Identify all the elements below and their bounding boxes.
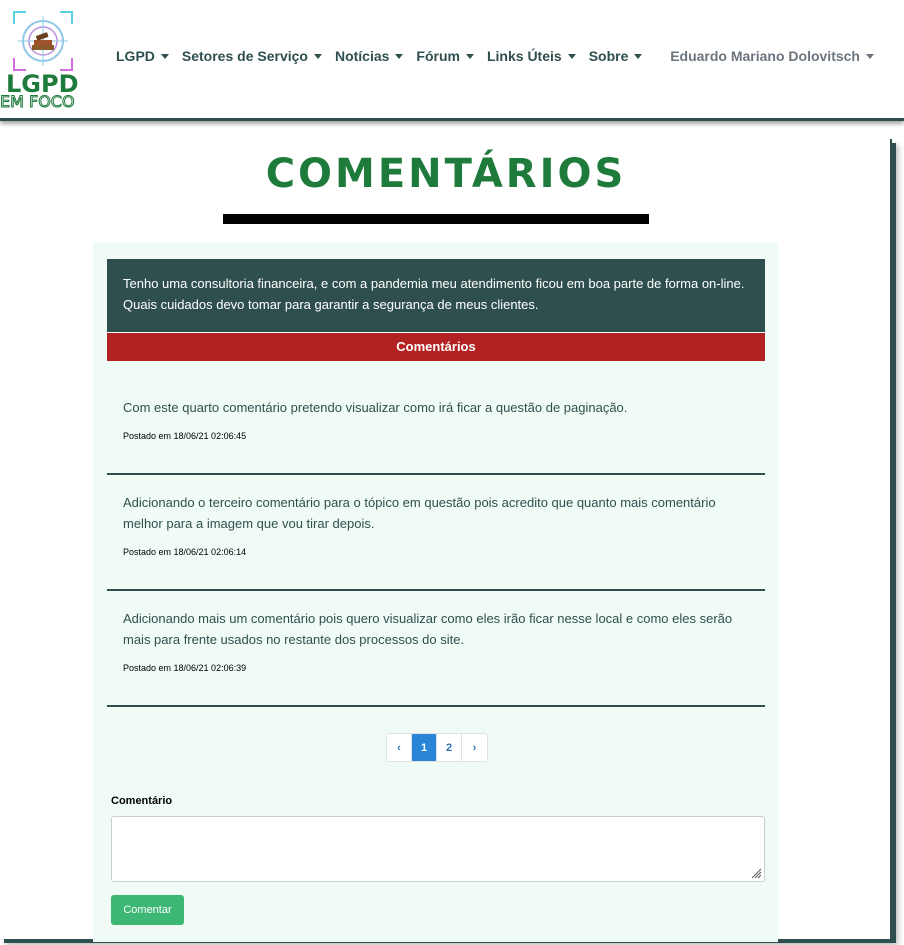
comment-text: Adicionando mais um comentário pois quer… xyxy=(123,611,733,647)
submit-comment-button[interactable]: Comentar xyxy=(111,895,184,925)
comment-item: Adicionando o terceiro comentário para o… xyxy=(107,475,765,591)
nav-item-forum[interactable]: Fórum xyxy=(416,48,474,64)
comment-text: Com este quarto comentário pretendo visu… xyxy=(123,400,628,415)
comment-field-label: Comentário xyxy=(111,795,173,807)
comment-date: Postado em 18/06/21 02:06:45 xyxy=(123,431,247,441)
logo-emblem-icon xyxy=(13,11,73,71)
main-card: COMENTÁRIOS Tenho uma consultoria financ… xyxy=(0,139,892,942)
page-title: COMENTÁRIOS xyxy=(265,151,627,197)
caret-down-icon xyxy=(160,53,169,59)
nav-item-label: Fórum xyxy=(416,48,460,64)
comment-item: Com este quarto comentário pretendo visu… xyxy=(107,361,765,475)
caret-down-icon xyxy=(465,53,474,59)
nav-item-lgpd[interactable]: LGPD xyxy=(116,48,169,64)
pagination-prev-button[interactable]: ‹ xyxy=(387,734,412,761)
comments-header: Comentários xyxy=(107,333,765,361)
comment-item: Adicionando mais um comentário pois quer… xyxy=(107,591,765,707)
resize-grip-icon[interactable] xyxy=(750,867,762,879)
comment-textarea[interactable] xyxy=(111,816,765,882)
caret-down-icon xyxy=(313,53,322,59)
caret-down-icon xyxy=(866,53,874,59)
logo[interactable]: LGPD EM FOCO xyxy=(0,8,92,112)
comment-date: Postado em 18/06/21 02:06:39 xyxy=(123,663,247,673)
nav-item-label: Setores de Serviço xyxy=(181,48,308,64)
main-nav: LGPD Setores de Serviço Notícias Fórum L… xyxy=(116,48,655,64)
pagination: ‹ 1 2 › xyxy=(386,733,488,762)
caret-down-icon xyxy=(395,53,404,59)
nav-item-label: Links Úteis xyxy=(486,48,562,64)
nav-item-label: LGPD xyxy=(116,48,155,64)
logo-subtext: EM FOCO xyxy=(0,92,75,111)
navbar: LGPD EM FOCO LGPD Setores de Serviço Not… xyxy=(0,0,904,121)
nav-item-sobre[interactable]: Sobre xyxy=(589,48,643,64)
title-underline xyxy=(223,214,649,224)
pagination-page-2[interactable]: 2 xyxy=(437,734,462,761)
user-name: Eduardo Mariano Dolovitsch xyxy=(670,48,860,64)
pagination-page-1[interactable]: 1 xyxy=(412,734,437,761)
nav-item-label: Sobre xyxy=(588,48,629,64)
nav-item-setores[interactable]: Setores de Serviço xyxy=(182,48,322,64)
nav-item-noticias[interactable]: Notícias xyxy=(334,48,404,64)
comment-date: Postado em 18/06/21 02:06:14 xyxy=(123,547,247,557)
user-menu[interactable]: Eduardo Mariano Dolovitsch xyxy=(670,48,874,64)
pagination-next-button[interactable]: › xyxy=(462,734,487,761)
topic-question: Tenho uma consultoria financeira, e com … xyxy=(107,259,765,332)
nav-item-label: Notícias xyxy=(334,48,390,64)
caret-down-icon xyxy=(567,53,576,59)
caret-down-icon xyxy=(634,53,643,59)
comment-text: Adicionando o terceiro comentário para o… xyxy=(123,495,716,531)
nav-item-links[interactable]: Links Úteis xyxy=(487,48,576,64)
forum-content: Tenho uma consultoria financeira, e com … xyxy=(93,242,778,942)
